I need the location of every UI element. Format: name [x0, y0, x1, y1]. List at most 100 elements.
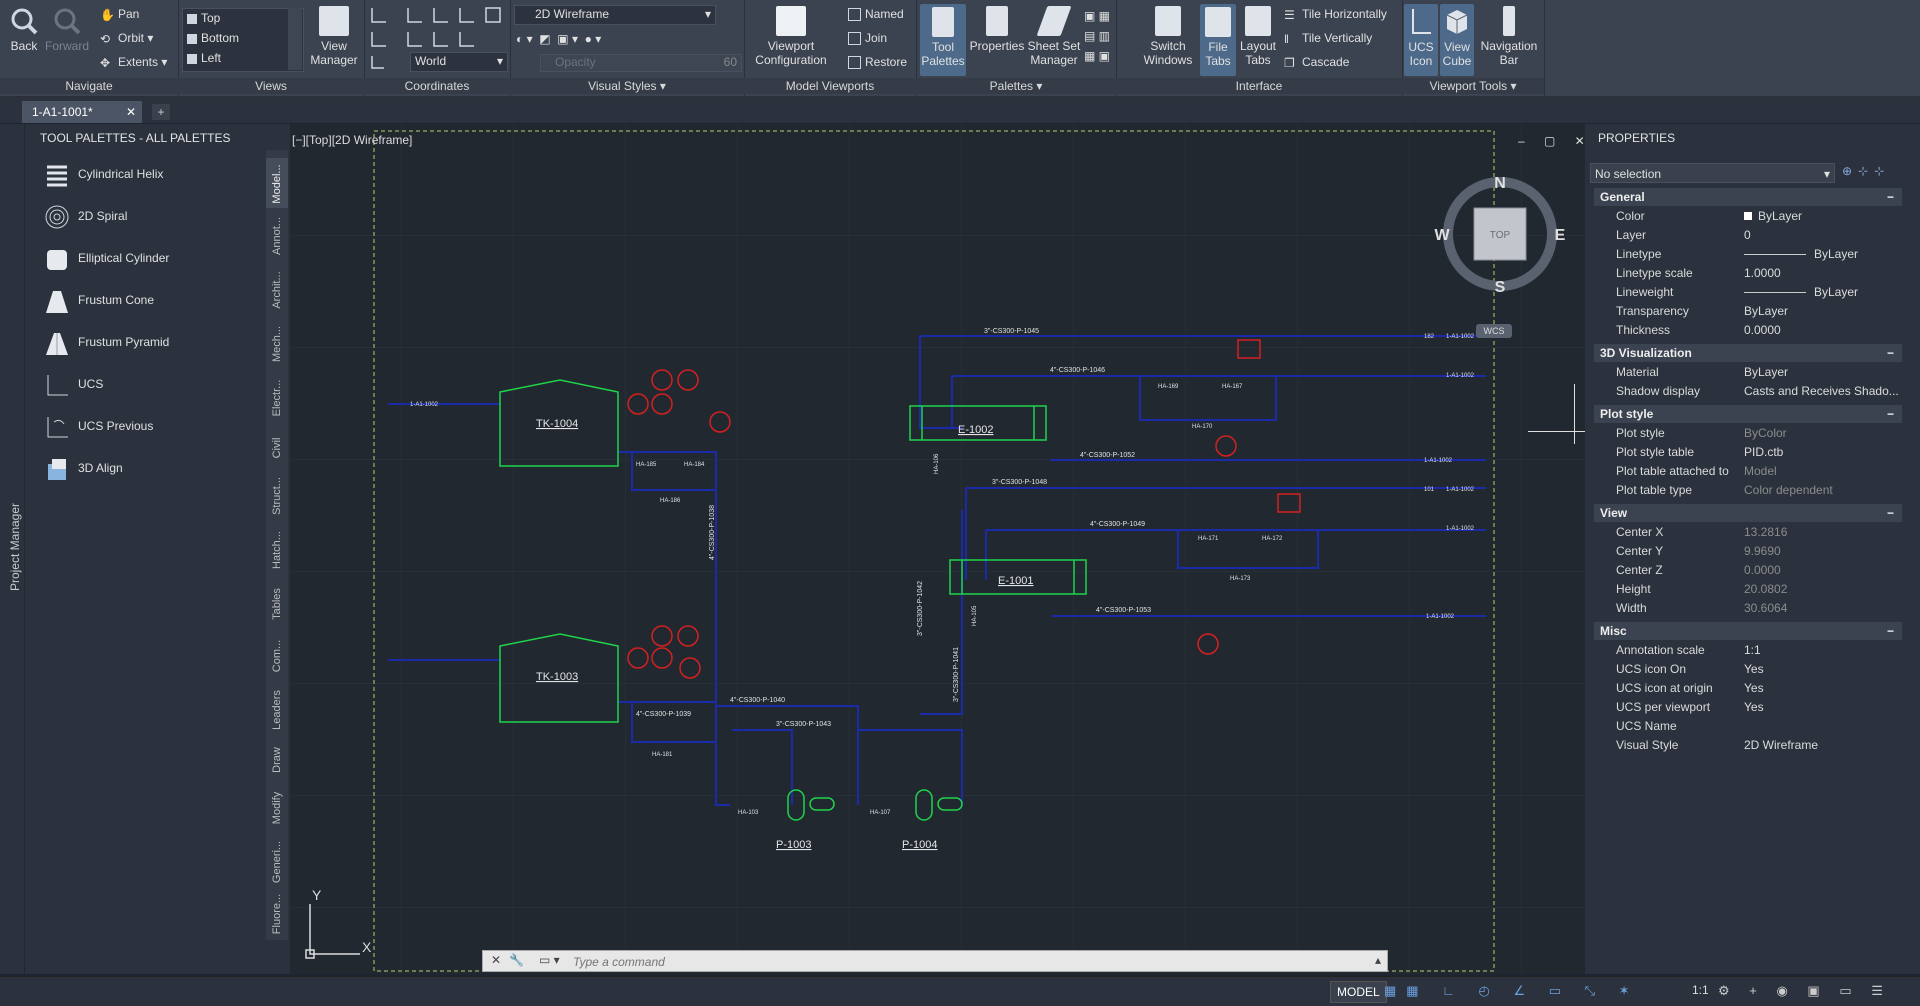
drafting-toggle-icons[interactable]: ▦▦ ∟ ◴ ∠ ▭ ⤡ ✶	[1384, 983, 1640, 999]
prop-row[interactable]: Color ByLayer	[1594, 207, 1902, 226]
palette-item-cylindrical-helix[interactable]: Cylindrical Helix	[40, 158, 260, 192]
forward-button[interactable]: Forward	[44, 6, 90, 53]
palette-item-3d-align[interactable]: 3D Align	[40, 452, 260, 486]
project-manager-label[interactable]: Project Manager	[8, 492, 22, 602]
tab-electrical[interactable]: Electr...	[266, 372, 288, 424]
restore-viewports-button[interactable]: Restore	[848, 55, 907, 70]
prop-row[interactable]: UCS icon On Yes	[1594, 660, 1902, 679]
cascade-button[interactable]: ❐ Cascade	[1284, 55, 1349, 70]
palette-item-frustum-cone[interactable]: Frustum Cone	[40, 284, 260, 318]
switch-windows-button[interactable]: Switch Windows	[1140, 6, 1196, 67]
view-left[interactable]: Left	[187, 51, 221, 65]
viewport-tools-title[interactable]: Viewport Tools ▾	[1402, 78, 1544, 94]
palette-item-elliptical-cylinder[interactable]: Elliptical Cylinder	[40, 242, 260, 276]
named-viewports-button[interactable]: Named	[848, 7, 904, 22]
section-plot-style[interactable]: Plot style −	[1594, 405, 1902, 423]
prop-row[interactable]: Annotation scale 1:1	[1594, 641, 1902, 660]
orbit-button[interactable]: ⟲ Orbit ▾	[100, 31, 153, 46]
tab-annotation[interactable]: Annot...	[266, 210, 288, 262]
palette-item-ucs-previous[interactable]: UCS Previous	[40, 410, 260, 444]
tab-leaders[interactable]: Leaders	[266, 684, 288, 736]
prop-row[interactable]: UCS icon at origin Yes	[1594, 679, 1902, 698]
prop-row[interactable]: Height 20.0802	[1594, 580, 1902, 599]
prop-row[interactable]: Plot table type Color dependent	[1594, 481, 1902, 500]
prop-row[interactable]: Transparency ByLayer	[1594, 302, 1902, 321]
layout-tabs-button[interactable]: Layout Tabs	[1238, 6, 1278, 67]
chevron-up-icon[interactable]: ▴	[1375, 953, 1381, 967]
prop-row[interactable]: Lineweight ByLayer	[1594, 283, 1902, 302]
wrench-icon[interactable]: 🔧	[509, 953, 524, 967]
tile-horizontally-button[interactable]: ☰ Tile Horizontally	[1284, 7, 1387, 22]
file-tabs-button[interactable]: File Tabs	[1200, 4, 1236, 76]
tab-fluorescent[interactable]: Fluore...	[266, 888, 288, 938]
prop-row[interactable]: Width 30.6064	[1594, 599, 1902, 618]
prop-row[interactable]: Linetype ByLayer	[1594, 245, 1902, 264]
prop-row[interactable]: Linetype scale 1.0000	[1594, 264, 1902, 283]
view-bottom[interactable]: Bottom	[187, 31, 239, 45]
tile-vertically-button[interactable]: ‖ Tile Vertically	[1284, 31, 1372, 46]
section-misc[interactable]: Misc −	[1594, 622, 1902, 640]
tab-generic[interactable]: Generi...	[266, 836, 288, 886]
palette-item-frustum-pyramid[interactable]: Frustum Pyramid	[40, 326, 260, 360]
tab-model[interactable]: Model...	[266, 158, 288, 208]
tab-structural[interactable]: Struct...	[266, 470, 288, 522]
opacity-slider[interactable]: Opacity 60	[540, 54, 742, 72]
command-input[interactable]	[571, 953, 1275, 971]
prop-row[interactable]: Plot style ByColor	[1594, 424, 1902, 443]
tool-palettes-button[interactable]: Tool Palettes	[920, 4, 966, 76]
palettes-title[interactable]: Palettes ▾	[916, 78, 1116, 94]
join-viewports-button[interactable]: Join	[848, 31, 887, 46]
prop-row[interactable]: Plot style table PID.ctb	[1594, 443, 1902, 462]
prop-row[interactable]: Center Z 0.0000	[1594, 561, 1902, 580]
wcs-menu[interactable]: WCS	[1476, 324, 1512, 338]
close-icon[interactable]: ✕	[126, 101, 136, 123]
close-icon[interactable]: ✕	[491, 953, 501, 967]
prop-row[interactable]: UCS Name	[1594, 717, 1902, 736]
model-space-button[interactable]: MODEL	[1330, 981, 1387, 1003]
tab-draw[interactable]: Draw	[266, 738, 288, 780]
ucs-icon-button[interactable]: UCS Icon	[1404, 4, 1438, 76]
section-general[interactable]: General −	[1594, 188, 1902, 206]
tab-modify[interactable]: Modify	[266, 782, 288, 834]
drawing-canvas[interactable]: 3"-CS300-P-1045 4"-CS300-P-1046 4"-CS300…	[290, 124, 1585, 974]
visual-tools-icons[interactable]: ◐ ▾ ◩ ▣ ▾ ● ▾	[516, 32, 601, 46]
views-scroll[interactable]	[288, 8, 302, 70]
tab-command[interactable]: Com...	[266, 630, 288, 682]
tab-hatches[interactable]: Hatch...	[266, 524, 288, 576]
tab-mechanical[interactable]: Mech...	[266, 318, 288, 370]
visual-style-select[interactable]: 2D Wireframe ▾	[514, 5, 716, 25]
palette-small-tools[interactable]: ▣ ▦ ▤ ▥ ▦ ▣	[1084, 6, 1110, 66]
view-top[interactable]: Top	[187, 11, 220, 25]
viewport-window-controls[interactable]: – ▢ ✕	[1518, 134, 1593, 148]
tab-architectural[interactable]: Archit...	[266, 264, 288, 316]
tab-tables[interactable]: Tables	[266, 578, 288, 628]
view-cube[interactable]: TOP N S E W	[1430, 164, 1570, 304]
visual-styles-title[interactable]: Visual Styles ▾	[510, 78, 744, 94]
selection-select[interactable]: No selection ▾	[1590, 163, 1835, 183]
prop-row[interactable]: UCS per viewport Yes	[1594, 698, 1902, 717]
prop-row[interactable]: Layer 0	[1594, 226, 1902, 245]
properties-button[interactable]: Properties	[968, 6, 1026, 53]
prop-row[interactable]: Visual Style 2D Wireframe	[1594, 736, 1902, 755]
new-tab-button[interactable]: +	[152, 104, 170, 120]
prop-row[interactable]: Center X 13.2816	[1594, 523, 1902, 542]
prop-row[interactable]: Material ByLayer	[1594, 363, 1902, 382]
section-3d-visualization[interactable]: 3D Visualization −	[1594, 344, 1902, 362]
prop-row[interactable]: Shadow display Casts and Receives Shado..…	[1594, 382, 1902, 401]
palette-item-2d-spiral[interactable]: 2D Spiral	[40, 200, 260, 234]
viewport-config-button[interactable]: Viewport Configuration	[750, 6, 832, 67]
prop-row[interactable]: Plot table attached to Model	[1594, 462, 1902, 481]
viewport-label[interactable]: [−][Top][2D Wireframe]	[292, 133, 412, 147]
annotation-scale[interactable]: 1:1	[1692, 983, 1709, 997]
pan-button[interactable]: ✋ Pan	[100, 7, 139, 22]
navigation-bar-button[interactable]: Navigation Bar	[1478, 6, 1540, 67]
tab-civil[interactable]: Civil	[266, 426, 288, 468]
back-button[interactable]: Back	[4, 6, 44, 53]
palette-item-ucs[interactable]: UCS	[40, 368, 260, 402]
prop-row[interactable]: Thickness 0.0000	[1594, 321, 1902, 340]
prop-row[interactable]: Center Y 9.9690	[1594, 542, 1902, 561]
quick-select-icons[interactable]: ⊕⊹⊹	[1842, 164, 1890, 178]
ucs-world-select[interactable]: World ▾	[410, 52, 508, 72]
views-list[interactable]: Top Bottom Left	[182, 8, 304, 72]
command-prompt-icon[interactable]: ▭ ▾	[539, 953, 560, 967]
